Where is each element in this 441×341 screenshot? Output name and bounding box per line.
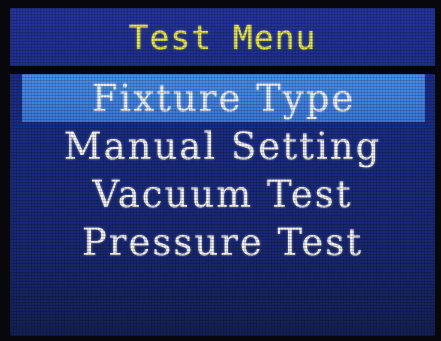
title-bar: Test Menu <box>10 8 435 66</box>
menu-item-fixture-type[interactable]: Fixture Type <box>22 74 425 122</box>
menu-item-manual-setting[interactable]: Manual Setting <box>10 122 435 170</box>
menu-item-vacuum-test[interactable]: Vacuum Test <box>10 170 435 218</box>
title-divider <box>10 66 435 74</box>
lcd-screen: Test Menu Fixture Type Manual Setting Va… <box>10 8 435 336</box>
menu-title: Test Menu <box>128 17 317 57</box>
menu-item-pressure-test[interactable]: Pressure Test <box>10 218 435 266</box>
test-menu-list: Fixture Type Manual Setting Vacuum Test … <box>10 74 435 266</box>
